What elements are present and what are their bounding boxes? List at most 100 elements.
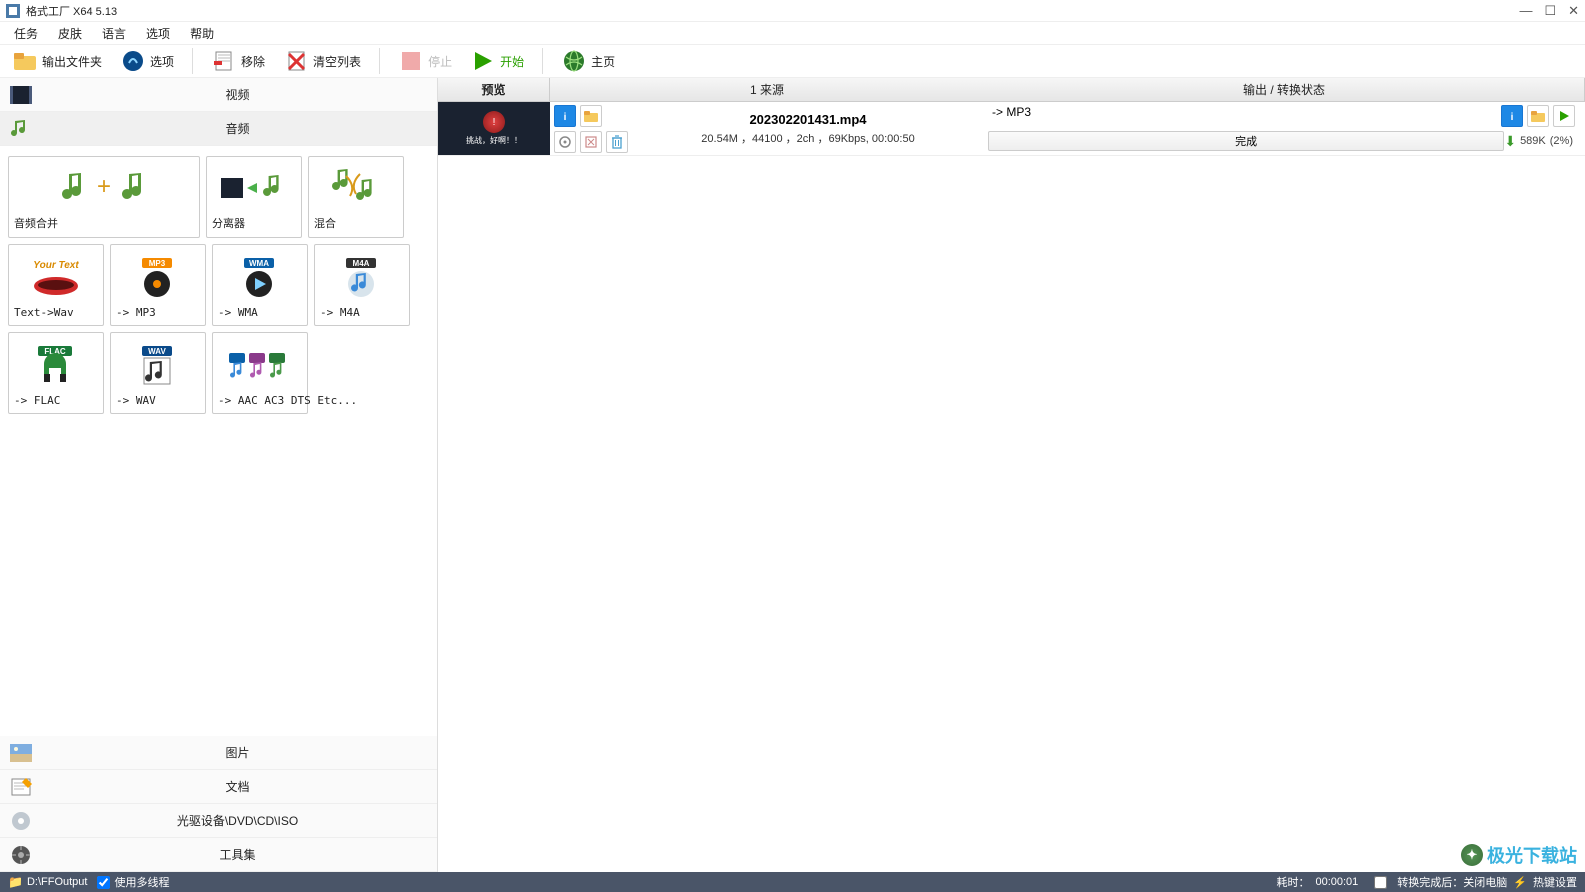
toolbar-separator <box>379 48 380 74</box>
thumbnail-text: 挑战，好啊！！ <box>466 135 522 146</box>
home-label: 主页 <box>591 53 615 70</box>
start-icon <box>470 49 496 73</box>
task-output-format: -> MP3 <box>988 105 1501 127</box>
document-icon <box>4 772 38 802</box>
tile-label: -> WMA <box>218 306 302 319</box>
category-video-label: 视频 <box>38 86 437 103</box>
tile-mp3[interactable]: MP3 -> MP3 <box>110 244 206 326</box>
remove-button[interactable]: 移除 <box>207 47 269 75</box>
output-folder-icon[interactable] <box>1527 105 1549 127</box>
remove-icon <box>211 49 237 73</box>
tile-label: -> FLAC <box>14 394 98 407</box>
category-document[interactable]: 文档 <box>0 770 437 804</box>
clear-list-button[interactable]: 清空列表 <box>279 47 365 75</box>
tile-label: -> AAC AC3 DTS Etc... <box>218 394 302 407</box>
task-filename: 202302201431.mp4 <box>749 112 866 127</box>
range-icon[interactable] <box>580 131 602 153</box>
wma-icon: WMA <box>218 249 302 306</box>
audio-icon <box>4 114 38 144</box>
info-icon[interactable]: i <box>554 105 576 127</box>
svg-text:i: i <box>564 112 567 122</box>
globe-icon <box>561 49 587 73</box>
menu-language[interactable]: 语言 <box>98 23 130 44</box>
tile-aac-etc[interactable]: -> AAC AC3 DTS Etc... <box>212 332 308 414</box>
tile-wma[interactable]: WMA -> WMA <box>212 244 308 326</box>
svg-text:+: + <box>97 173 111 200</box>
task-source-icons: i <box>550 102 632 155</box>
output-info-icon[interactable]: i <box>1501 105 1523 127</box>
menu-skin[interactable]: 皮肤 <box>54 23 86 44</box>
elapsed-time: 00:00:01 <box>1315 876 1358 888</box>
tile-mix[interactable]: 混合 <box>308 156 404 238</box>
menu-option[interactable]: 选项 <box>142 23 174 44</box>
hotkey-icon[interactable]: ⚡ <box>1513 876 1527 889</box>
status-right: 耗时： 00:00:01 转换完成后：关闭电脑 ⚡ 热键设置 <box>1276 874 1577 890</box>
menu-task[interactable]: 任务 <box>10 23 42 44</box>
category-toolset-label: 工具集 <box>38 846 437 863</box>
hotkey-label[interactable]: 热键设置 <box>1533 874 1577 890</box>
svg-text:Your Text: Your Text <box>33 260 79 271</box>
splitter-icon <box>212 161 296 215</box>
category-image[interactable]: 图片 <box>0 736 437 770</box>
category-video[interactable]: 视频 <box>0 78 437 112</box>
toolset-icon <box>4 840 38 870</box>
category-audio-label: 音频 <box>38 120 437 137</box>
delete-icon[interactable] <box>606 131 628 153</box>
open-folder-icon[interactable] <box>580 105 602 127</box>
options-label: 选项 <box>150 53 174 70</box>
category-disc-label: 光驱设备\DVD\CD\ISO <box>38 812 437 829</box>
after-done-checkbox[interactable] <box>1374 876 1387 889</box>
settings-icon[interactable] <box>554 131 576 153</box>
tile-label: 混合 <box>314 215 398 231</box>
task-output-group: -> MP3 i 完成 ⬇ 589K (2%) <box>984 102 1585 155</box>
options-icon <box>120 49 146 73</box>
video-icon <box>4 80 38 110</box>
tile-audio-merge[interactable]: + 音频合并 <box>8 156 200 238</box>
text-wav-icon: Your Text <box>14 249 98 306</box>
menu-help[interactable]: 帮助 <box>186 23 218 44</box>
right-panel: 预览 1 来源 输出 / 转换状态 ! 挑战，好啊！！ i <box>438 78 1585 872</box>
status-folder-icon[interactable]: 📁 <box>8 875 23 889</box>
tile-flac[interactable]: FLAC -> FLAC <box>8 332 104 414</box>
left-spacer <box>0 424 437 736</box>
app-icon <box>6 4 20 18</box>
clear-icon <box>283 49 309 73</box>
category-audio[interactable]: 音频 <box>0 112 437 146</box>
output-folder-button[interactable]: 输出文件夹 <box>8 47 106 75</box>
header-source[interactable]: 1 来源 <box>550 78 984 101</box>
toolbar-separator <box>192 48 193 74</box>
stop-button[interactable]: 停止 <box>394 47 456 75</box>
header-output[interactable]: 输出 / 转换状态 <box>984 78 1585 101</box>
close-button[interactable]: ✕ <box>1568 3 1579 19</box>
start-button[interactable]: 开始 <box>466 47 528 75</box>
tile-m4a[interactable]: M4A -> M4A <box>314 244 410 326</box>
category-disc[interactable]: 光驱设备\DVD\CD\ISO <box>0 804 437 838</box>
category-image-label: 图片 <box>38 744 437 761</box>
task-row[interactable]: ! 挑战，好啊！！ i 202302201431.mp4 20.54M ，441… <box>438 102 1585 156</box>
status-output-path[interactable]: D:\FFOutput <box>27 876 88 888</box>
maximize-button[interactable]: ☐ <box>1544 3 1556 19</box>
header-preview[interactable]: 预览 <box>438 78 550 101</box>
task-list-header: 预览 1 来源 输出 / 转换状态 <box>438 78 1585 102</box>
watermark: ✦ 极光下载站 <box>1461 842 1577 868</box>
category-toolset[interactable]: 工具集 <box>0 838 437 872</box>
minimize-button[interactable]: — <box>1519 3 1532 19</box>
m4a-icon: M4A <box>320 249 404 306</box>
svg-text:WMA: WMA <box>249 259 269 268</box>
after-done-label: 转换完成后：关闭电脑 <box>1397 874 1507 890</box>
home-button[interactable]: 主页 <box>557 47 619 75</box>
task-thumbnail[interactable]: ! 挑战，好啊！！ <box>438 102 550 155</box>
start-label: 开始 <box>500 53 524 70</box>
multithread-checkbox[interactable] <box>97 876 110 889</box>
tile-text-wav[interactable]: Your Text Text->Wav <box>8 244 104 326</box>
main-area: 视频 音频 + 音频合并 分离器 <box>0 78 1585 872</box>
tile-wav[interactable]: WAV -> WAV <box>110 332 206 414</box>
task-percent: (2%) <box>1550 135 1573 147</box>
watermark-globe-icon: ✦ <box>1461 844 1483 866</box>
task-size-info: ⬇ 589K (2%) <box>1504 130 1581 152</box>
play-icon[interactable] <box>1553 105 1575 127</box>
tile-splitter[interactable]: 分离器 <box>206 156 302 238</box>
task-status-button[interactable]: 完成 <box>988 131 1504 151</box>
window-controls: — ☐ ✕ <box>1519 3 1579 19</box>
options-button[interactable]: 选项 <box>116 47 178 75</box>
